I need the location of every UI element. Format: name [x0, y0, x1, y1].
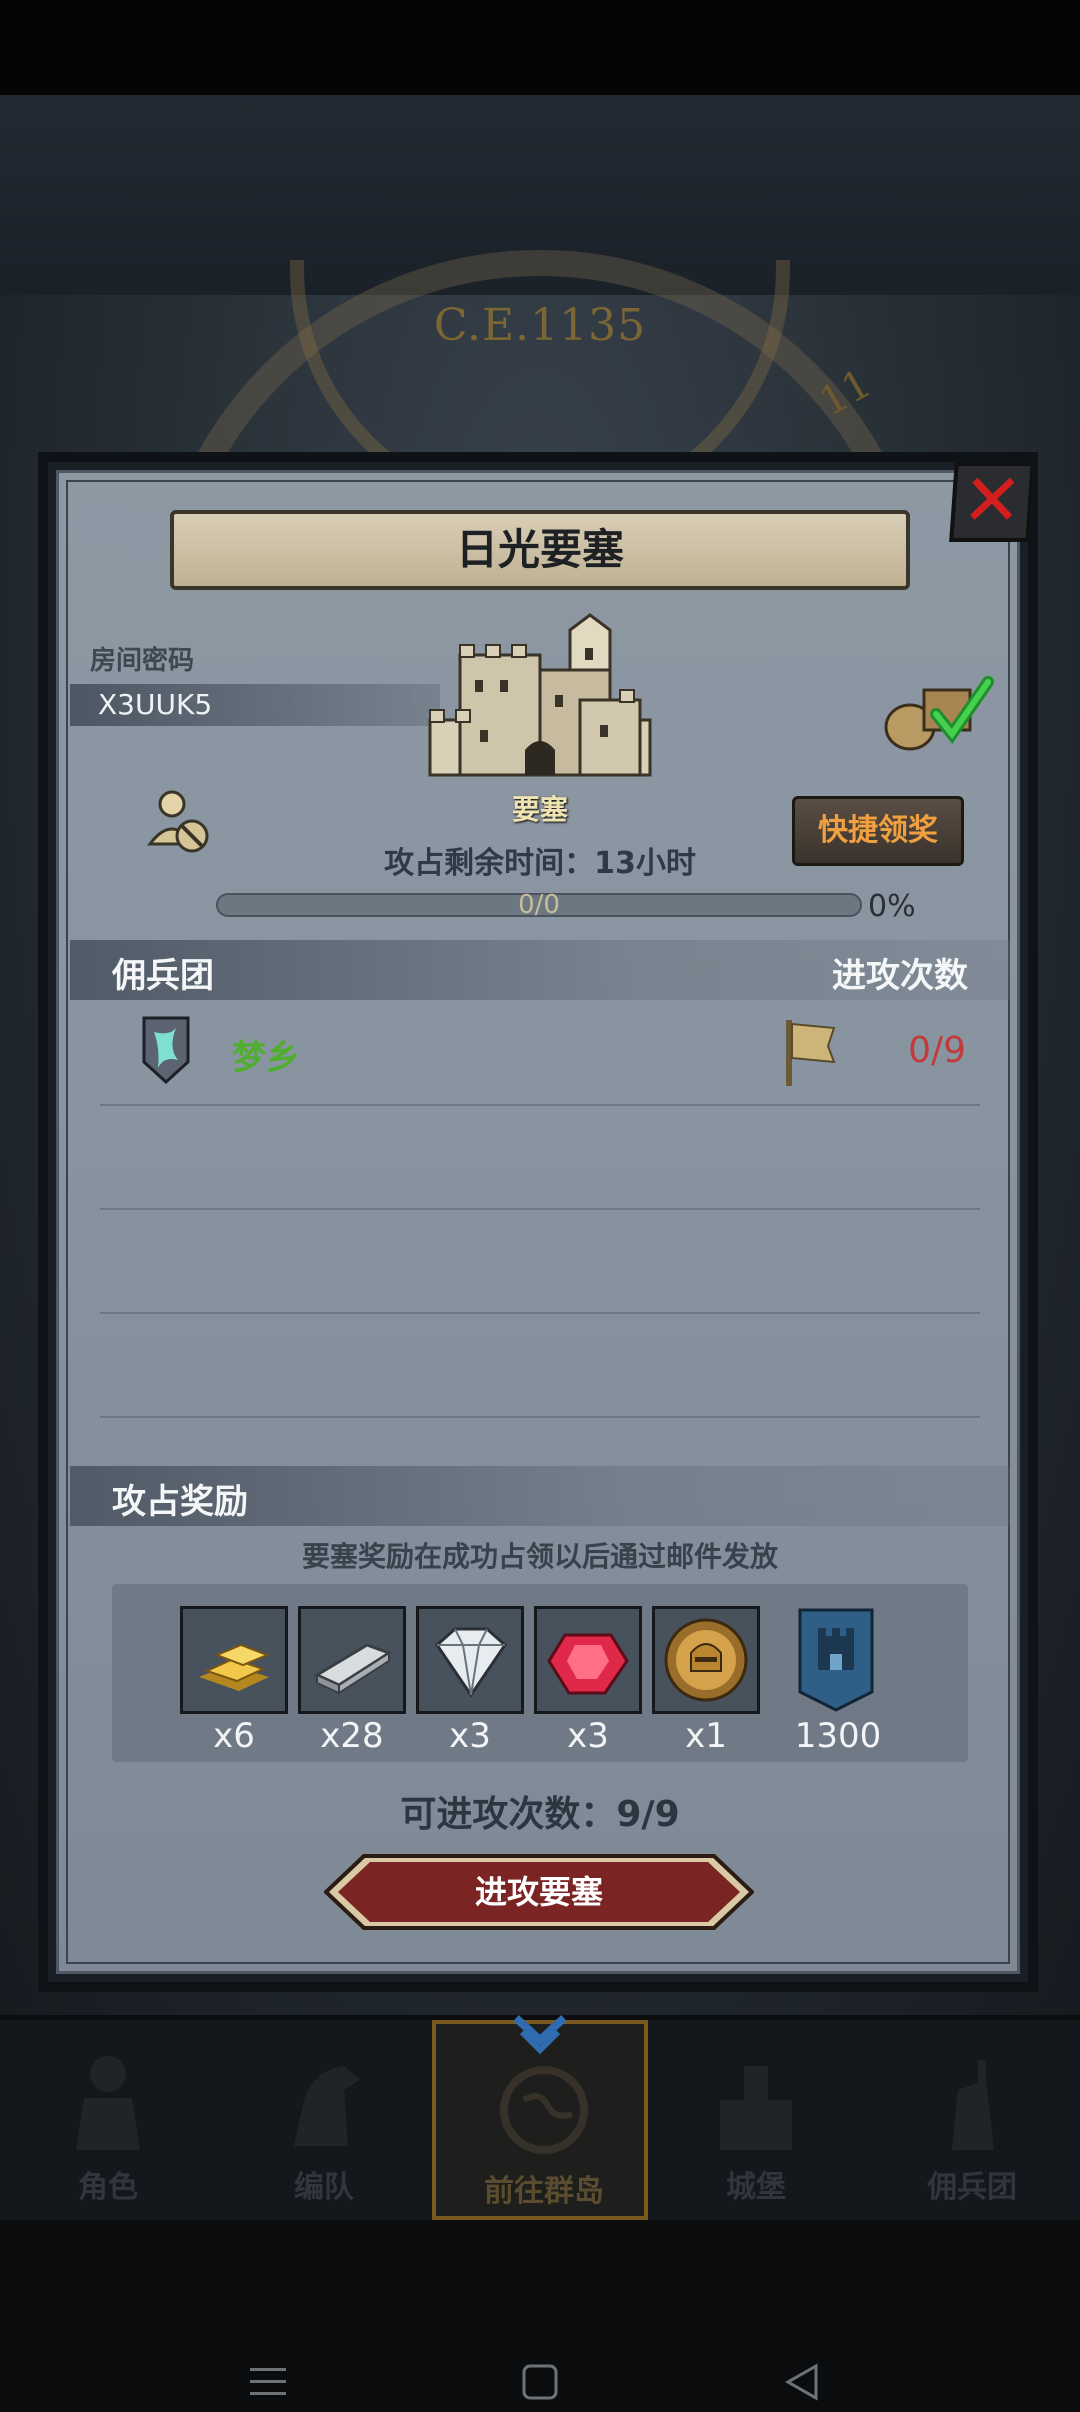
- nav-role[interactable]: 角色: [0, 2020, 216, 2220]
- nav-castle[interactable]: 城堡: [648, 2020, 864, 2220]
- reward-qty: 1300: [794, 1716, 882, 1756]
- reward-header: 攻占奖励: [112, 1482, 248, 1522]
- status-bar: [0, 0, 1080, 95]
- reward-iron-ingot[interactable]: [298, 1606, 406, 1714]
- castle-banner-icon[interactable]: [796, 1606, 876, 1714]
- iron-ingot-icon: [313, 1643, 393, 1695]
- nav-label: 佣兵团: [927, 2170, 1017, 2205]
- mercenary-name[interactable]: 梦乡: [232, 1030, 300, 1079]
- title-plate: 日光要塞: [170, 510, 910, 590]
- reward-note: 要塞奖励在成功占领以后通过邮件发放: [301, 1540, 778, 1573]
- progress-text: 0/0: [518, 890, 560, 920]
- row-divider: [100, 1104, 980, 1106]
- nav-label: 前往群岛: [484, 2174, 604, 2209]
- reward-ruby[interactable]: [534, 1606, 642, 1714]
- nav-label: 编队: [294, 2170, 354, 2205]
- room-code-label: 房间密码: [90, 646, 195, 676]
- mercenary-icon: [952, 2060, 994, 2150]
- era-label: C.E.1135: [433, 300, 647, 351]
- knight-medal-icon: [664, 1618, 748, 1702]
- guild-shield-icon: [142, 1016, 190, 1085]
- globe-icon: [500, 2066, 588, 2154]
- attack-button-label: 进攻要塞: [474, 1873, 603, 1911]
- nav-label: 角色: [78, 2170, 138, 2205]
- nav-label: 城堡: [726, 2170, 786, 2205]
- dialog-title: 日光要塞: [455, 525, 624, 574]
- fortress-label: 要塞: [511, 793, 568, 826]
- mercenary-header: 佣兵团: [112, 956, 214, 996]
- reward-bag-check-icon[interactable]: [878, 672, 998, 752]
- nav-formation[interactable]: 编队: [216, 2020, 432, 2220]
- quick-claim-label: 快捷领奖: [818, 813, 938, 848]
- reward-qty: x1: [685, 1716, 727, 1756]
- ruby-icon: [547, 1633, 629, 1695]
- reward-gold-bar[interactable]: [180, 1606, 288, 1714]
- reward-knight-medal[interactable]: [652, 1606, 760, 1714]
- fortress-icon: [428, 613, 652, 777]
- row-divider: [100, 1312, 980, 1314]
- home-icon[interactable]: [518, 2360, 562, 2404]
- remaining-time: 攻占剩余时间：13小时: [384, 846, 696, 881]
- flag-icon: [786, 1020, 836, 1086]
- row-divider: [100, 1416, 980, 1418]
- quick-claim-button[interactable]: 快捷领奖: [792, 796, 964, 866]
- room-code[interactable]: X3UUK5: [98, 688, 212, 721]
- knight-icon: [76, 2056, 140, 2150]
- reward-diamond[interactable]: [416, 1606, 524, 1714]
- nav-mercenary[interactable]: 佣兵团: [864, 2020, 1080, 2220]
- menu-icon[interactable]: [246, 2360, 290, 2404]
- attack-available: 可进攻次数：9/9: [400, 1794, 680, 1835]
- castle-icon: [720, 2066, 792, 2150]
- diamond-icon: [435, 1627, 507, 1698]
- row-divider: [100, 1208, 980, 1210]
- close-x-icon: ✕: [959, 458, 1026, 542]
- member-blocked-icon[interactable]: [144, 786, 214, 856]
- mercenary-attack-count: 0/9: [908, 1030, 966, 1071]
- chevron-down-icon: [513, 2015, 567, 2055]
- attack-count-header: 进攻次数: [832, 956, 968, 996]
- back-icon[interactable]: [780, 2360, 824, 2404]
- gold-bar-icon: [199, 1643, 270, 1691]
- attack-fortress-button[interactable]: 进攻要塞: [324, 1852, 754, 1932]
- horse-icon: [294, 2066, 360, 2146]
- progress-percent: 0%: [868, 889, 916, 924]
- close-button[interactable]: ✕: [949, 458, 1035, 542]
